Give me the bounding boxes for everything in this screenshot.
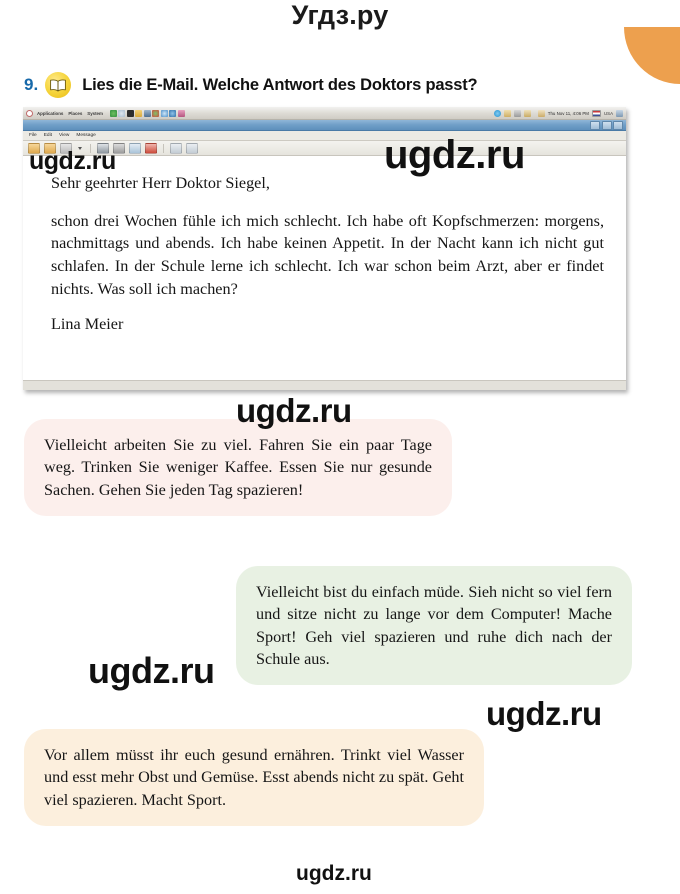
toolbar-separator	[163, 143, 164, 153]
taskbar-menu-system[interactable]: System	[87, 111, 103, 116]
minimize-button[interactable]	[590, 120, 600, 130]
watermark: ugdz.ru	[236, 392, 352, 429]
maximize-button[interactable]	[601, 120, 612, 130]
email-body-text: schon drei Wochen fühle ich mich schlech…	[51, 211, 604, 298]
email-signature: Lina Meier	[51, 315, 124, 334]
keyboard-layout-label[interactable]: USA	[604, 111, 613, 116]
taskbar-menu-places[interactable]: Places	[68, 111, 82, 116]
mail-launcher-icon[interactable]	[169, 109, 177, 117]
answer-option-1[interactable]: Vielleicht arbeiten Sie zu viel. Fahren …	[24, 419, 452, 517]
watermark: ugdz.ru	[296, 862, 372, 885]
email-message-body: Sehr geehrter Herr Doktor Siegel, schon …	[23, 156, 626, 390]
taskbar-menu-applications[interactable]: Applications	[37, 111, 63, 116]
menu-message[interactable]: Message	[76, 133, 95, 138]
close-button[interactable]	[613, 120, 623, 130]
archive-tray-icon[interactable]	[523, 109, 531, 117]
exercise-number: 9.	[24, 75, 39, 94]
files-launcher-icon[interactable]	[135, 109, 143, 117]
exercise-instruction: Lies die E-Mail. Welche Antwort des Dokt…	[82, 75, 478, 94]
taskbar-launcher-icons	[109, 109, 185, 117]
junk-icon[interactable]	[145, 142, 157, 154]
previous-icon[interactable]	[170, 142, 182, 154]
answer-option-3-text: Vor allem müsst ihr euch gesund ernähren…	[44, 746, 464, 809]
help-launcher-icon[interactable]	[118, 109, 126, 117]
answer-option-3[interactable]: Vor allem müsst ihr euch gesund ernähren…	[24, 729, 484, 827]
network-tray-icon[interactable]	[513, 109, 521, 117]
answer-option-1-text: Vielleicht arbeiten Sie zu viel. Fahren …	[44, 436, 432, 499]
taskbar-status-area: Thu Nov 11, 4:06 PM USA	[493, 109, 623, 117]
watermark: ugdz.ru	[384, 133, 525, 177]
chromium-launcher-icon[interactable]	[152, 109, 160, 117]
window-status-bar	[23, 380, 626, 390]
distro-logo-icon	[26, 109, 33, 117]
taskbar-clock[interactable]: Thu Nov 11, 4:06 PM	[548, 111, 589, 116]
answer-option-2[interactable]: Vielleicht bist du einfach müde. Sieh ni…	[236, 566, 632, 686]
answer-option-2-text: Vielleicht bist du einfach müde. Sieh ni…	[256, 583, 612, 669]
window-menu-bar: File Edit View Message	[23, 131, 626, 141]
next-icon[interactable]	[186, 142, 198, 154]
window-controls	[590, 120, 623, 130]
keyboard-flag-icon[interactable]	[591, 109, 601, 117]
exercise-heading: 9. Lies die E-Mail. Welche Antwort des D…	[24, 72, 644, 98]
window-title-bar	[23, 120, 626, 131]
monitor-launcher-icon[interactable]	[143, 109, 151, 117]
desktop-taskbar: Applications Places System Thu Nov 11, 4…	[23, 107, 626, 120]
menu-edit[interactable]: Edit	[44, 133, 52, 138]
calendar-tray-icon	[537, 109, 545, 117]
globe-launcher-icon[interactable]	[160, 109, 168, 117]
menu-file[interactable]: File	[29, 133, 37, 138]
watermark: ugdz.ru	[486, 695, 602, 732]
folder-tray-icon[interactable]	[503, 109, 511, 117]
open-book-icon	[45, 72, 72, 98]
browser-launcher-icon[interactable]	[109, 109, 117, 117]
power-tray-icon[interactable]	[616, 109, 623, 117]
menu-view[interactable]: View	[59, 133, 69, 138]
page-header-watermark: Угдз.ру	[291, 0, 389, 30]
watermark: ugdz.ru	[29, 147, 116, 175]
folder-icon[interactable]	[129, 142, 141, 154]
terminal-launcher-icon[interactable]	[126, 109, 134, 117]
watermark: ugdz.ru	[88, 650, 215, 691]
bag-launcher-icon[interactable]	[177, 109, 185, 117]
skype-tray-icon[interactable]	[493, 109, 501, 117]
